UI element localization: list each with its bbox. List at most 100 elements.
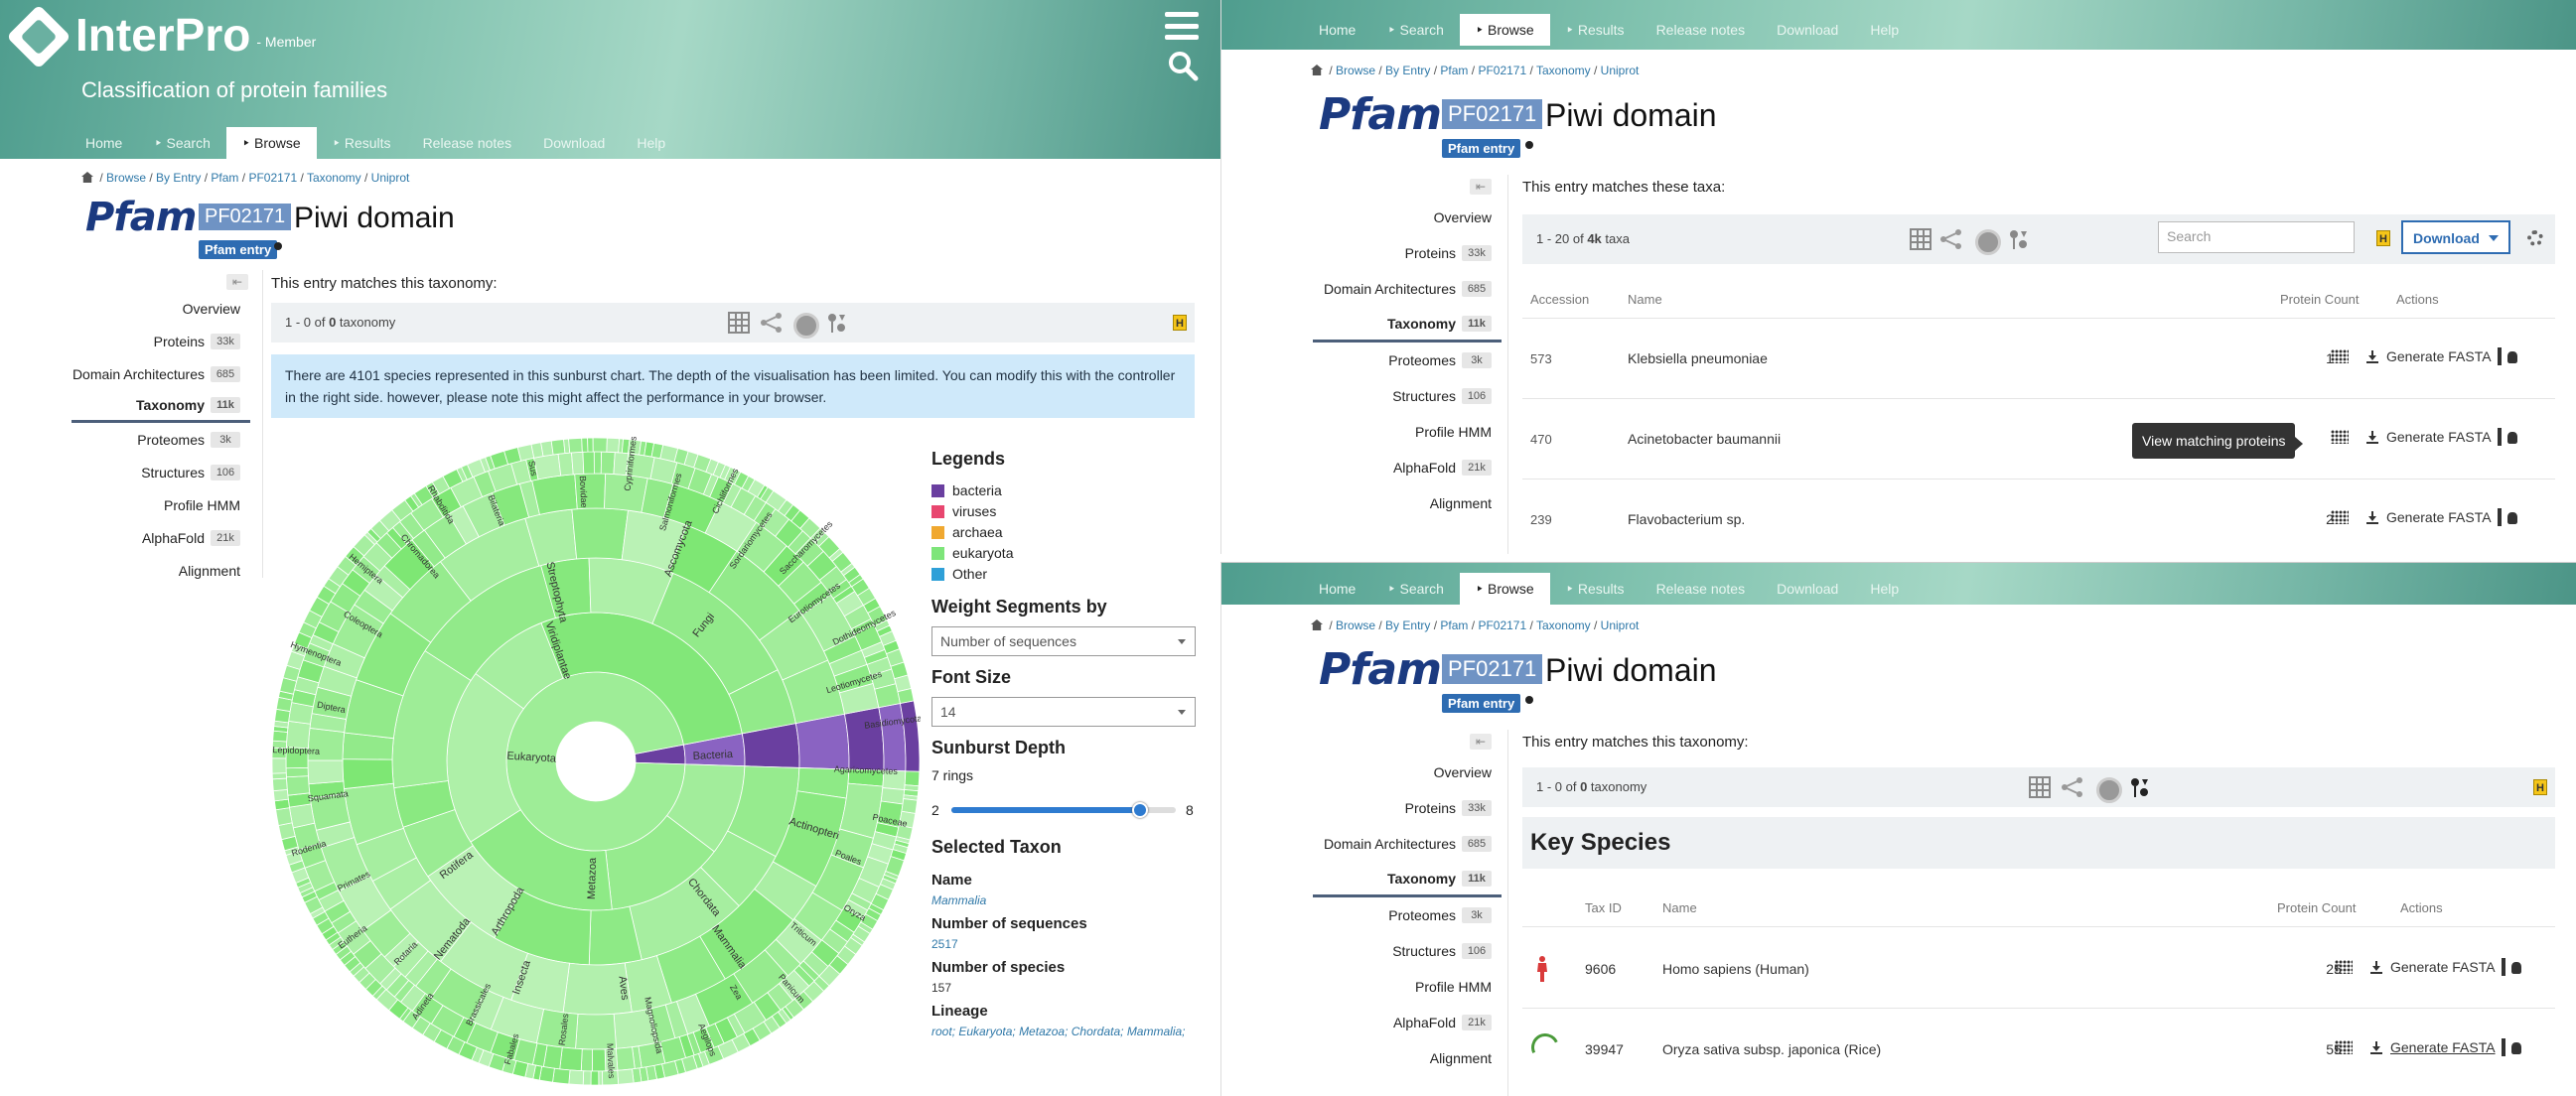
crumb-acc[interactable]: PF02171 — [248, 171, 297, 185]
crumb-browse[interactable]: Browse — [1336, 64, 1375, 77]
row-accession[interactable]: 470 — [1530, 432, 1552, 447]
table-view-icon[interactable] — [2029, 776, 2051, 798]
search-input[interactable]: Search — [2158, 221, 2355, 253]
nav-proteomes[interactable]: Proteomes 3k — [1313, 897, 1502, 933]
nav-proteins[interactable]: Proteins 33k — [1313, 790, 1502, 826]
nav-alphafold[interactable]: AlphaFold 21k — [72, 521, 250, 554]
tab-help[interactable]: Help — [621, 127, 681, 159]
generate-fasta-link[interactable]: Generate FASTA — [2386, 429, 2492, 445]
col-taxid[interactable]: Tax ID — [1585, 900, 1622, 915]
crumb-uniprot[interactable]: Uniprot — [1601, 618, 1640, 632]
gear-icon[interactable] — [2527, 230, 2543, 246]
sunburst-segment[interactable] — [285, 775, 311, 796]
download-icon[interactable] — [2370, 960, 2382, 974]
generate-fasta-link[interactable]: Generate FASTA — [2390, 1039, 2496, 1055]
crumb-taxonomy[interactable]: Taxonomy — [1536, 64, 1591, 77]
sequences-value[interactable]: 2517 — [931, 937, 958, 951]
row-name[interactable]: Oryza sativa subsp. japonica (Rice) — [1662, 1041, 1881, 1057]
nav-alignment[interactable]: Alignment — [72, 554, 250, 587]
tree-view-icon[interactable] — [2061, 775, 2084, 799]
tab-search[interactable]: ‣ Search — [1371, 573, 1460, 605]
sunburst-segment[interactable] — [580, 1048, 593, 1072]
nav-proteomes[interactable]: Proteomes 3k — [1313, 342, 1502, 378]
generate-fasta-link[interactable]: Generate FASTA — [2390, 959, 2496, 975]
sunburst-segment[interactable] — [285, 766, 309, 778]
row-name[interactable]: Acinetobacter baumannii — [1628, 431, 1781, 447]
entry-type-badge[interactable]: Pfam entry — [1442, 694, 1521, 713]
tree-view-icon[interactable] — [1939, 227, 1963, 251]
tab-release-notes[interactable]: Release notes — [1641, 573, 1762, 605]
tab-help[interactable]: Help — [1854, 573, 1915, 605]
tab-search[interactable]: ‣ Search — [1371, 14, 1460, 46]
dots-icon[interactable] — [2331, 430, 2349, 444]
font-size-select[interactable]: 14 — [931, 697, 1196, 727]
sunburst-segment[interactable] — [897, 688, 915, 705]
crumb-by-entry[interactable]: By Entry — [1385, 618, 1430, 632]
sunburst-segment[interactable] — [271, 757, 287, 774]
sunburst-segment[interactable] — [598, 1070, 604, 1086]
info-icon[interactable] — [1525, 696, 1533, 704]
nav-overview[interactable]: Overview — [1313, 754, 1502, 790]
nav-overview[interactable]: Overview — [1313, 200, 1502, 235]
tab-download[interactable]: Download — [1761, 14, 1854, 46]
tab-home[interactable]: Home — [1303, 14, 1371, 46]
sunburst-segment[interactable] — [559, 1046, 583, 1072]
nav-domain-architectures[interactable]: Domain Architectures 685 — [1313, 826, 1502, 862]
sunburst-segment[interactable] — [794, 713, 850, 770]
row-taxid[interactable]: 39947 — [1585, 1041, 1624, 1057]
row-name[interactable]: Homo sapiens (Human) — [1662, 961, 1809, 977]
nav-profile-hmm[interactable]: Profile HMM — [1313, 969, 1502, 1005]
key-species-icon[interactable] — [825, 311, 849, 335]
nav-domain-architectures[interactable]: Domain Architectures 685 — [72, 357, 250, 390]
key-species-icon[interactable] — [2128, 775, 2152, 799]
sunburst-segment[interactable] — [615, 1046, 636, 1071]
tab-download[interactable]: Download — [527, 127, 621, 159]
sunburst-segment[interactable] — [342, 758, 394, 789]
nav-alphafold[interactable]: AlphaFold 21k — [1313, 1005, 1502, 1040]
collapse-icon[interactable]: ⇤ — [1470, 734, 1492, 750]
tab-search[interactable]: ‣ Search — [138, 127, 226, 159]
sunburst-segment[interactable] — [272, 730, 288, 743]
sunburst-view-icon[interactable] — [1973, 227, 2001, 255]
tab-results[interactable]: ‣ Results — [1550, 573, 1641, 605]
sunburst-segment[interactable] — [272, 788, 289, 802]
crumb-by-entry[interactable]: By Entry — [156, 171, 201, 185]
nav-proteins[interactable]: Proteins 33k — [1313, 235, 1502, 271]
tree-icon[interactable] — [2494, 506, 2521, 528]
generate-fasta-link[interactable]: Generate FASTA — [2386, 348, 2492, 364]
crumb-db[interactable]: Pfam — [1440, 64, 1468, 77]
search-icon[interactable] — [1167, 50, 1199, 81]
col-count[interactable]: Protein Count — [2277, 900, 2357, 915]
tab-home[interactable]: Home — [70, 127, 138, 159]
download-icon[interactable] — [2370, 1040, 2382, 1054]
col-name[interactable]: Name — [1662, 900, 1697, 915]
collapse-icon[interactable]: ⇤ — [226, 274, 248, 290]
generate-fasta-link[interactable]: Generate FASTA — [2386, 509, 2492, 525]
nav-alignment[interactable]: Alignment — [1313, 1040, 1502, 1076]
sunburst-segment[interactable] — [582, 1070, 592, 1086]
col-count[interactable]: Protein Count — [2280, 292, 2360, 307]
sunburst-segment[interactable] — [587, 437, 594, 453]
crumb-uniprot[interactable]: Uniprot — [1601, 64, 1640, 77]
info-icon[interactable] — [1525, 141, 1533, 149]
crumb-taxonomy[interactable]: Taxonomy — [1536, 618, 1591, 632]
sunburst-segment[interactable] — [606, 437, 621, 454]
nav-profile-hmm[interactable]: Profile HMM — [72, 488, 250, 521]
tab-download[interactable]: Download — [1761, 573, 1854, 605]
weight-select[interactable]: Number of sequences — [931, 626, 1196, 656]
collapse-icon[interactable]: ⇤ — [1470, 179, 1492, 195]
sunburst-segment[interactable] — [590, 1070, 600, 1086]
download-icon[interactable] — [2366, 349, 2378, 363]
sunburst-segment[interactable] — [617, 1068, 635, 1085]
lineage-link[interactable]: Eukaryota — [958, 1025, 1012, 1038]
tab-release-notes[interactable]: Release notes — [407, 127, 528, 159]
nav-profile-hmm[interactable]: Profile HMM — [1313, 414, 1502, 450]
lineage-link[interactable]: root — [931, 1025, 952, 1038]
table-view-icon[interactable] — [728, 312, 750, 334]
crumb-browse[interactable]: Browse — [1336, 618, 1375, 632]
sunburst-view-icon[interactable] — [791, 311, 819, 339]
tree-icon[interactable] — [2498, 1036, 2525, 1058]
tree-icon[interactable] — [2494, 345, 2521, 367]
download-button[interactable]: Download — [2401, 220, 2510, 254]
hmm-icon[interactable]: H — [2376, 230, 2390, 246]
